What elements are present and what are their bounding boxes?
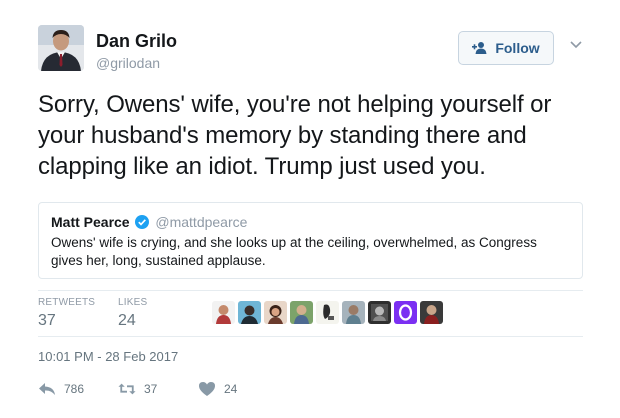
liker-avatar[interactable] [394, 301, 417, 324]
divider [38, 336, 583, 337]
liker-avatar[interactable] [264, 301, 287, 324]
avatar[interactable] [38, 25, 84, 71]
follow-button-label: Follow [495, 40, 540, 56]
user-handle[interactable]: @grilodan [96, 55, 160, 71]
quoted-tweet[interactable]: Matt Pearce @mattdpearce Owens' wife is … [38, 202, 583, 279]
liker-avatar[interactable] [342, 301, 365, 324]
likes-stat[interactable]: LIKES 24 [118, 297, 147, 330]
user-name[interactable]: Dan Grilo [96, 31, 177, 52]
retweet-button[interactable]: 37 [118, 381, 157, 397]
retweet-count: 37 [144, 382, 158, 396]
tweet-timestamp[interactable]: 10:01 PM - 28 Feb 2017 [38, 349, 178, 364]
add-user-icon [472, 42, 487, 54]
liker-avatar[interactable] [238, 301, 261, 324]
quoted-user-name: Matt Pearce [51, 214, 130, 230]
quoted-user-handle: @mattdpearce [155, 214, 248, 230]
tweet-header: Dan Grilo @grilodan Follow [38, 25, 598, 75]
chevron-down-icon[interactable] [569, 40, 583, 50]
reply-count: 786 [64, 382, 85, 396]
quoted-tweet-text: Owens' wife is crying, and she looks up … [51, 235, 537, 268]
liker-avatar[interactable] [316, 301, 339, 324]
verified-badge-icon [135, 215, 150, 229]
tweet-text: Sorry, Owens' wife, you're not helping y… [38, 91, 552, 180]
retweets-count: 37 [38, 312, 56, 329]
likes-count: 24 [118, 312, 136, 329]
heart-icon [199, 382, 215, 396]
liker-avatar[interactable] [290, 301, 313, 324]
retweet-icon [118, 383, 136, 395]
tweet-actions: 786 37 24 [38, 381, 338, 401]
divider [38, 290, 583, 291]
follow-button[interactable]: Follow [458, 31, 554, 65]
retweets-label: RETWEETS [38, 297, 96, 308]
likes-label: LIKES [118, 297, 148, 308]
reply-icon [39, 383, 55, 395]
like-button[interactable]: 24 [198, 381, 237, 397]
liker-avatar[interactable] [368, 301, 391, 324]
retweets-stat[interactable]: RETWEETS 37 [38, 297, 95, 330]
reply-button[interactable]: 786 [38, 381, 84, 397]
like-count: 24 [224, 382, 238, 396]
liker-avatar[interactable] [420, 301, 443, 324]
liker-avatars [212, 301, 443, 324]
liker-avatar[interactable] [212, 301, 235, 324]
